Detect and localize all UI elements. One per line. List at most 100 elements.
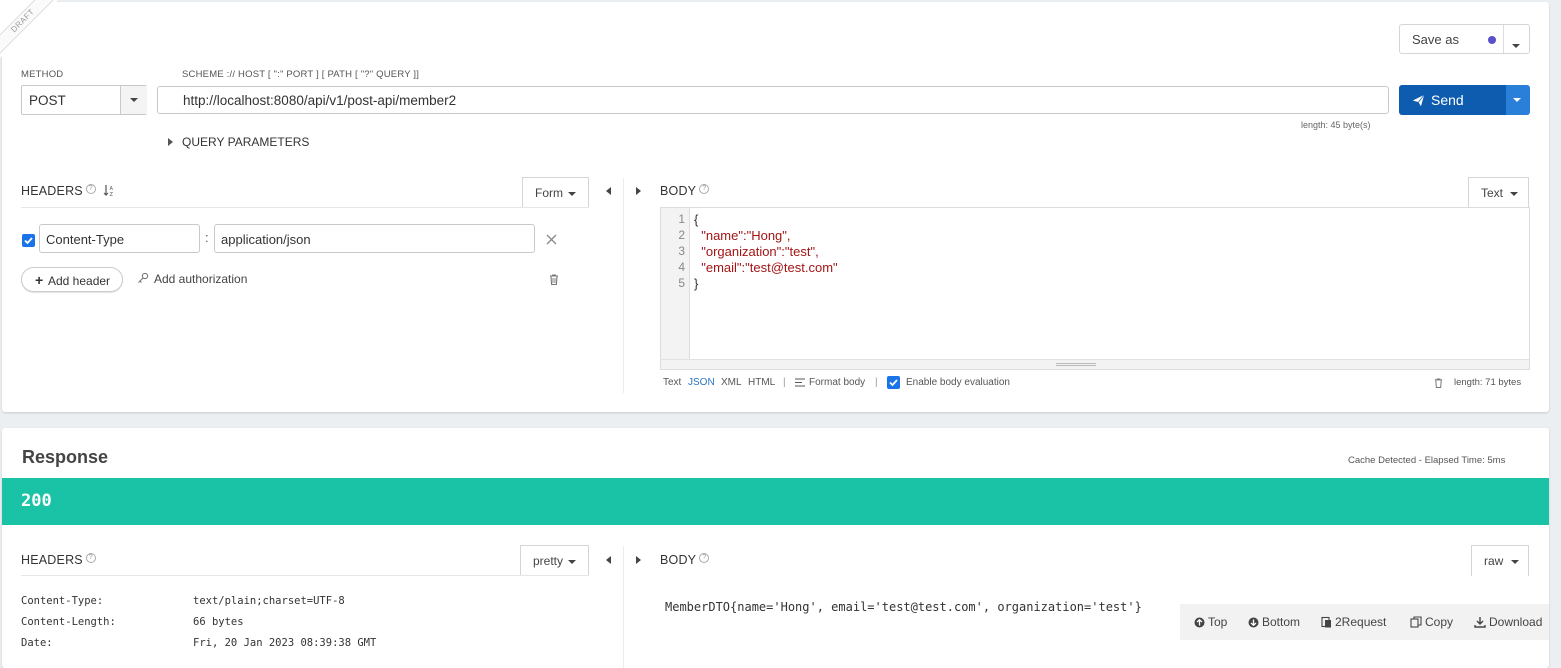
- response-headers-mode-dropdown[interactable]: pretty: [520, 545, 589, 576]
- response-body-mode-dropdown[interactable]: raw: [1471, 545, 1529, 576]
- line-number: 3: [678, 244, 685, 258]
- copy-icon: [1410, 616, 1422, 628]
- sort-icon[interactable]: A Z: [103, 184, 115, 198]
- save-as-dropdown-icon[interactable]: [1512, 37, 1520, 52]
- format-json-link[interactable]: JSON: [688, 377, 715, 388]
- add-header-button[interactable]: + Add header: [21, 267, 123, 292]
- code-line: 1 {: [661, 212, 1521, 228]
- unsaved-dot-icon: [1488, 36, 1496, 44]
- response-body-mode-label: raw: [1484, 554, 1504, 568]
- header-enabled-checkbox[interactable]: [22, 234, 35, 247]
- arrow-up-circle-icon: [1194, 617, 1205, 627]
- check-icon: [24, 237, 33, 245]
- clear-body-icon[interactable]: [1434, 378, 1443, 388]
- help-icon[interactable]: ?: [699, 184, 710, 194]
- clipboard-icon: [1321, 616, 1331, 628]
- help-icon[interactable]: ?: [85, 553, 96, 563]
- send-icon: [1412, 94, 1425, 107]
- query-parameters-toggle[interactable]: QUERY PARAMETERS: [168, 135, 408, 151]
- download-label: Download: [1489, 615, 1543, 629]
- collapse-left-icon[interactable]: [606, 556, 611, 564]
- method-select[interactable]: POST: [21, 85, 147, 115]
- body-footer: Text JSON XML HTML | Format body | Enabl…: [663, 376, 1533, 391]
- method-value: POST: [29, 93, 66, 108]
- code-line: 5 }: [661, 276, 1521, 292]
- copy-label: Copy: [1425, 615, 1454, 629]
- send-dropdown-icon: [1513, 98, 1521, 102]
- headers-mode-dropdown[interactable]: Form: [522, 177, 589, 208]
- response-headers-title-text: HEADERS: [21, 553, 83, 568]
- query-parameters-label: QUERY PARAMETERS: [182, 135, 310, 149]
- download-icon: [1474, 617, 1486, 628]
- body-mode-dropdown[interactable]: Text: [1468, 177, 1529, 208]
- scroll-top-button[interactable]: Top: [1194, 615, 1227, 629]
- line-text: "name":"Hong",: [694, 228, 791, 243]
- response-header-name: Date:: [21, 637, 53, 649]
- line-number: 5: [678, 276, 685, 290]
- response-header-value: 66 bytes: [193, 616, 244, 628]
- request-headers-title: HEADERS? A Z: [21, 184, 115, 198]
- code-line: 4 "email":"test@test.com": [661, 260, 1521, 276]
- remove-header-icon[interactable]: [546, 234, 557, 245]
- enable-eval-label: Enable body evaluation: [906, 377, 1010, 388]
- request-body-title-text: BODY: [660, 184, 697, 199]
- help-icon[interactable]: ?: [85, 184, 96, 194]
- chevron-down-icon: [568, 560, 576, 564]
- arrow-down-circle-icon: [1248, 617, 1259, 627]
- scroll-bottom-label: Bottom: [1262, 615, 1301, 629]
- format-body-button[interactable]: Format body: [795, 377, 870, 391]
- download-button[interactable]: Download: [1474, 615, 1542, 629]
- to-request-button[interactable]: 2Request: [1321, 615, 1386, 629]
- header-separator: :: [205, 230, 209, 245]
- scroll-bottom-button[interactable]: Bottom: [1248, 615, 1300, 629]
- format-text-link[interactable]: Text: [663, 377, 681, 388]
- header-name-input[interactable]: Content-Type: [39, 224, 200, 253]
- send-dropdown-button[interactable]: [1506, 85, 1530, 115]
- line-number: 1: [678, 212, 685, 226]
- save-as-label: Save as: [1412, 32, 1459, 47]
- collapse-right-icon[interactable]: [636, 187, 641, 195]
- key-icon: [138, 272, 149, 283]
- to-request-label: 2Request: [1335, 615, 1387, 629]
- add-authorization-label: Add authorization: [154, 272, 248, 286]
- format-html-link[interactable]: HTML: [748, 377, 775, 388]
- format-xml-link[interactable]: XML: [721, 377, 742, 388]
- header-value-input[interactable]: application/json: [214, 224, 535, 253]
- line-number: 4: [678, 260, 685, 274]
- scroll-top-label: Top: [1208, 615, 1228, 629]
- trash-icon[interactable]: [549, 274, 559, 285]
- save-as-button[interactable]: Save as: [1399, 24, 1530, 54]
- method-dropdown-icon[interactable]: [120, 86, 147, 114]
- response-headers-title: HEADERS?: [21, 553, 96, 567]
- collapse-left-icon[interactable]: [606, 187, 611, 195]
- body-editor[interactable]: 1 { 2 "name":"Hong", 3 "organization":"t…: [660, 207, 1530, 370]
- add-authorization-link[interactable]: Add authorization: [137, 271, 257, 289]
- code-line: 3 "organization":"test",: [661, 244, 1521, 260]
- response-header-value: text/plain;charset=UTF-8: [193, 595, 345, 607]
- copy-button[interactable]: Copy: [1410, 615, 1453, 629]
- line-text: }: [694, 276, 699, 291]
- response-panel: Response Cache Detected - Elapsed Time: …: [2, 428, 1549, 668]
- editor-resize-handle[interactable]: [661, 359, 1529, 369]
- add-header-label: Add header: [48, 274, 111, 288]
- format-body-label: Format body: [809, 377, 866, 388]
- code-lines: 1 { 2 "name":"Hong", 3 "organization":"t…: [661, 212, 1521, 292]
- code-line: 2 "name":"Hong",: [661, 228, 1521, 244]
- cache-info: Cache Detected - Elapsed Time: 5ms: [1348, 455, 1506, 466]
- send-label: Send: [1431, 92, 1464, 108]
- request-headers-title-text: HEADERS: [21, 184, 83, 199]
- send-button[interactable]: Send: [1399, 85, 1507, 115]
- status-code: 200: [21, 491, 52, 511]
- line-text: "organization":"test",: [694, 244, 819, 259]
- response-body-title: BODY?: [660, 553, 710, 567]
- response-body-content: MemberDTO{name='Hong', email='test@test.…: [665, 600, 1142, 614]
- enable-eval-checkbox[interactable]: [887, 376, 900, 389]
- help-icon[interactable]: ?: [699, 553, 710, 563]
- collapse-right-icon[interactable]: [636, 556, 641, 564]
- expand-icon: [168, 138, 173, 146]
- response-header-value: Fri, 20 Jan 2023 08:39:38 GMT: [193, 637, 377, 649]
- check-icon: [889, 379, 898, 387]
- align-left-icon: [795, 378, 805, 387]
- url-input[interactable]: http://localhost:8080/api/v1/post-api/me…: [157, 86, 1389, 114]
- headers-mode-label: Form: [535, 186, 563, 200]
